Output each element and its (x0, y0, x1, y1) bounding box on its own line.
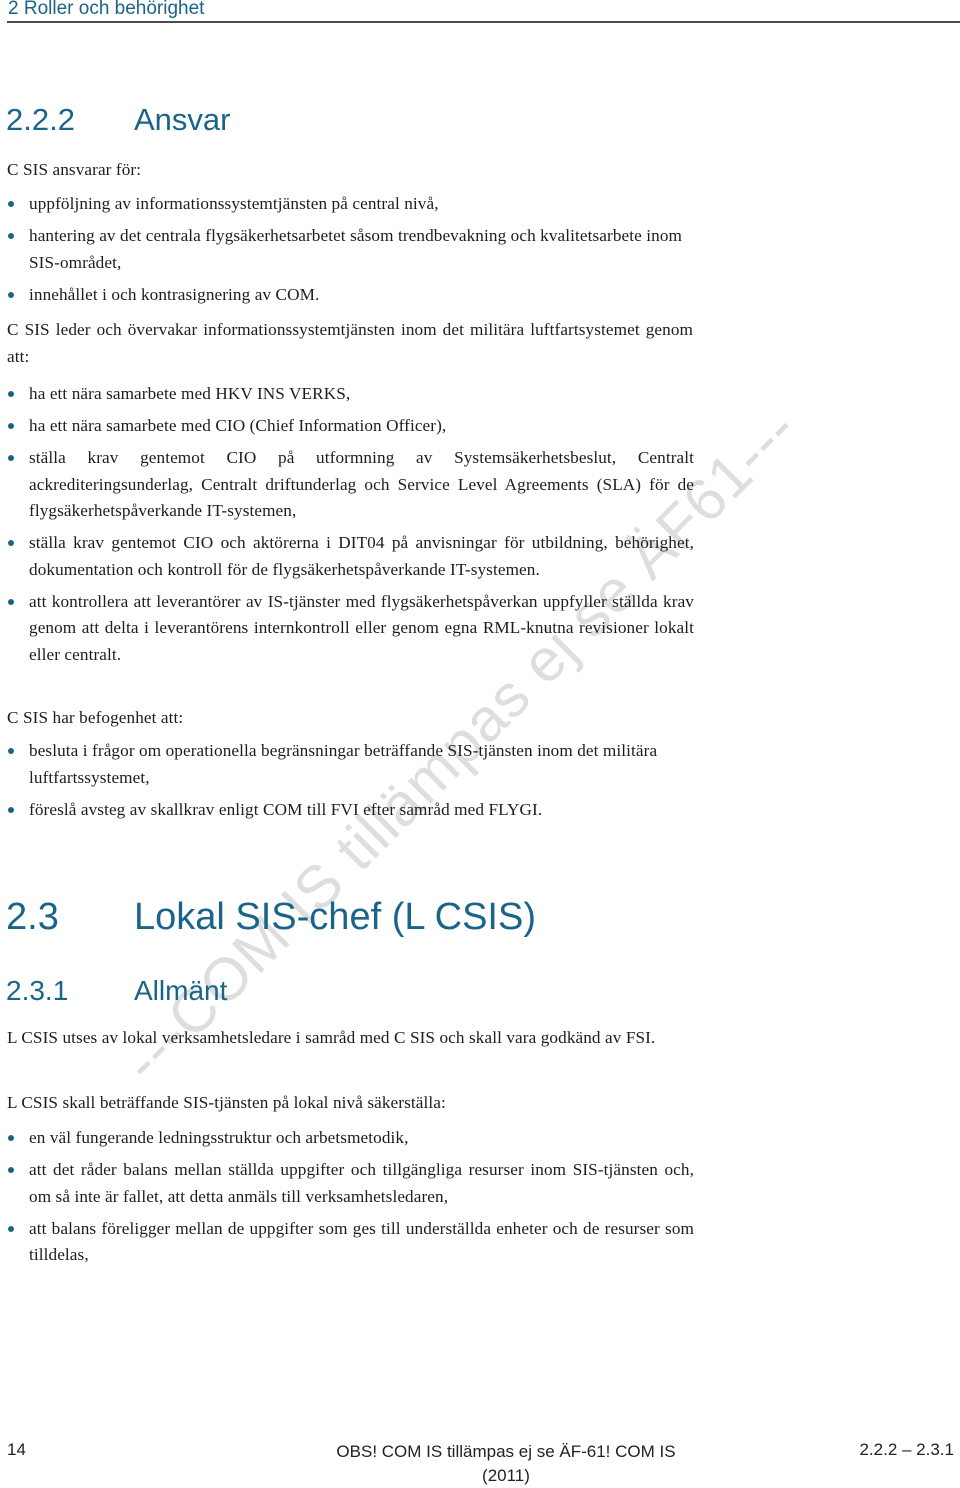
list-item-text: en väl fungerande ledningsstruktur och a… (29, 1128, 409, 1147)
footer-notice-line2: (2011) (482, 1466, 530, 1485)
section-number: 2.3.1 (6, 975, 69, 1006)
bullet-icon (8, 1167, 14, 1173)
list-item-text: ställa krav gentemot CIO och aktörerna i… (29, 533, 694, 579)
list-item: en väl fungerande ledningsstruktur och a… (0, 1125, 694, 1152)
list-item: ha ett nära samarbete med CIO (Chief Inf… (0, 413, 694, 440)
list-item: att balans föreligger mellan de uppgifte… (0, 1216, 694, 1269)
page-number: 14 (7, 1440, 26, 1459)
bullet-icon (8, 1135, 14, 1141)
bullet-icon (8, 748, 14, 754)
list-item: att det råder balans mellan ställda uppg… (0, 1157, 694, 1210)
list-item: ha ett nära samarbete med HKV INS VERKS, (0, 381, 694, 408)
list-item-text: ha ett nära samarbete med CIO (Chief Inf… (29, 416, 447, 435)
heading-2-3: 2.3 Lokal SIS-chef (L CSIS) (6, 896, 536, 939)
paragraph-leads-oversees: C SIS leder och övervakar informationssy… (7, 320, 693, 366)
paragraph-authority: C SIS har befogenhet att: (7, 708, 184, 727)
section-range: 2.2.2 – 2.3.1 (859, 1440, 954, 1459)
heading-2-2-2: 2.2.2 Ansvar (6, 102, 230, 138)
section-title: Lokal SIS-chef (L CSIS) (134, 896, 536, 938)
bullet-icon (8, 391, 14, 397)
list-item-text: uppföljning av informationssystemtjänste… (29, 194, 439, 213)
list-item: innehållet i och kontrasignering av COM. (0, 282, 694, 309)
list-item-text: hantering av det centrala flygsäkerhetsa… (29, 226, 683, 272)
bullet-icon (8, 598, 14, 605)
footer-notice: OBS! COM IS tillämpas ej se ÄF-61! COM I… (296, 1440, 716, 1488)
list-item: hantering av det centrala flygsäkerhetsa… (0, 223, 694, 276)
list-item-text: att det råder balans mellan ställda uppg… (29, 1160, 694, 1206)
paragraph-ensure: L CSIS skall beträffande SIS-tjänsten på… (7, 1093, 446, 1112)
heading-2-3-1: 2.3.1 Allmänt (6, 975, 227, 1007)
list-item: besluta i frågor om operationella begrän… (0, 738, 694, 791)
header-rule (7, 21, 960, 23)
section-title: Allmänt (134, 975, 228, 1006)
bullet-icon (8, 455, 14, 461)
list-item-text: föreslå avsteg av skallkrav enligt COM t… (29, 799, 543, 819)
section-number: 2.2.2 (6, 102, 75, 137)
ensure-list: en väl fungerande ledningsstruktur och a… (0, 1125, 694, 1274)
list-item: uppföljning av informationssystemtjänste… (0, 191, 694, 218)
lead-actions-list: ha ett nära samarbete med HKV INS VERKS,… (0, 381, 694, 674)
list-item-text: besluta i frågor om operationella begrän… (29, 741, 658, 787)
bullet-icon (8, 201, 14, 207)
section-number: 2.3 (6, 896, 59, 938)
list-item: ställa krav gentemot CIO och aktörerna i… (0, 530, 694, 583)
list-item: ställa krav gentemot CIO på utformning a… (0, 445, 694, 525)
bullet-icon (8, 1225, 14, 1232)
responsibilities-list: uppföljning av informationssystemtjänste… (0, 191, 694, 314)
bullet-icon (8, 291, 14, 298)
authority-list: besluta i frågor om operationella begrän… (0, 738, 694, 829)
list-item: att kontrollera att leverantörer av IS-t… (0, 589, 694, 669)
list-item-text: ha ett nära samarbete med HKV INS VERKS, (29, 384, 351, 403)
bullet-icon (8, 806, 14, 813)
paragraph-appointment: L CSIS utses av lokal verksamhetsledare … (7, 1028, 656, 1047)
section-title: Ansvar (134, 102, 231, 137)
running-header: 2 Roller och behörighet (8, 0, 205, 19)
bullet-icon (8, 423, 14, 429)
list-item: föreslå avsteg av skallkrav enligt COM t… (0, 797, 694, 824)
list-item-text: ställa krav gentemot CIO på utformning a… (29, 448, 694, 520)
list-item-text: att balans föreligger mellan de uppgifte… (29, 1218, 694, 1265)
bullet-icon (8, 540, 14, 546)
list-item-text: att kontrollera att leverantörer av IS-t… (29, 591, 694, 664)
footer-notice-line1: OBS! COM IS tillämpas ej se ÄF-61! COM I… (336, 1442, 676, 1461)
bullet-icon (8, 233, 14, 239)
list-item-text: innehållet i och kontrasignering av COM. (29, 284, 320, 304)
paragraph-intro-responsibilities: C SIS ansvarar för: (7, 160, 142, 179)
